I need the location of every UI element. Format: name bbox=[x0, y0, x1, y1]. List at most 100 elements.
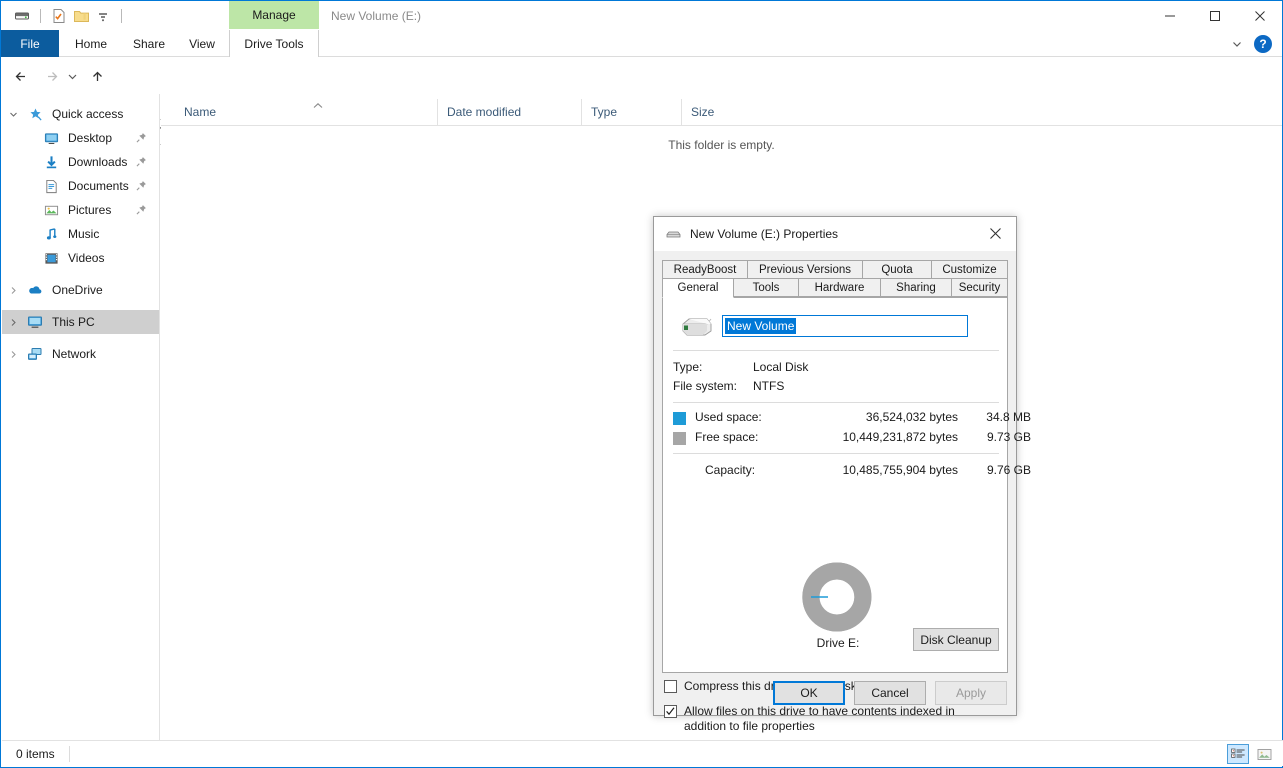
tab-quota-label: Quota bbox=[881, 264, 912, 276]
tab-view-label: View bbox=[189, 37, 215, 51]
address-bar: ❯ This PC ❯ New Volume (E:) Search New V… bbox=[1, 58, 1282, 93]
chevron-right-icon[interactable] bbox=[2, 350, 24, 359]
apply-button: Apply bbox=[935, 681, 1007, 705]
tab-security-label: Security bbox=[959, 282, 1001, 294]
details-view-icon[interactable] bbox=[1227, 744, 1249, 764]
sidebar-item-quick-access[interactable]: Quick access bbox=[2, 102, 159, 126]
tab-file[interactable]: File bbox=[1, 30, 59, 57]
sidebar-item-onedrive[interactable]: OneDrive bbox=[2, 278, 159, 302]
contextual-group-label: Manage bbox=[252, 8, 295, 22]
pin-icon[interactable] bbox=[136, 132, 147, 146]
dialog-title: New Volume (E:) Properties bbox=[690, 227, 838, 241]
sidebar-label-network: Network bbox=[52, 347, 96, 361]
quick-access-toolbar bbox=[11, 5, 129, 27]
chevron-down-icon[interactable] bbox=[1226, 33, 1248, 55]
sidebar-item-desktop[interactable]: Desktop bbox=[2, 126, 159, 150]
dialog-title-bar: New Volume (E:) Properties bbox=[654, 217, 1016, 251]
drive-icon[interactable] bbox=[11, 5, 33, 27]
tab-readyboost[interactable]: ReadyBoost bbox=[662, 260, 748, 279]
back-arrow-icon[interactable] bbox=[9, 64, 33, 88]
empty-folder-message: This folder is empty. bbox=[161, 138, 1282, 152]
tab-sharing-label: Sharing bbox=[896, 282, 936, 294]
used-space-label: Used space: bbox=[695, 410, 762, 424]
recent-locations-icon[interactable] bbox=[63, 64, 81, 88]
help-icon[interactable]: ? bbox=[1254, 35, 1272, 53]
contextual-tab-group-manage: Manage bbox=[229, 1, 319, 29]
tab-customize-label: Customize bbox=[942, 264, 996, 276]
column-label-type: Type bbox=[591, 105, 617, 119]
properties-dialog: New Volume (E:) Properties ReadyBoost Pr… bbox=[653, 216, 1017, 716]
sidebar-item-music[interactable]: Music bbox=[2, 222, 159, 246]
minimize-icon[interactable] bbox=[1147, 1, 1192, 31]
column-header-name[interactable]: Name bbox=[175, 99, 437, 125]
sidebar-item-this-pc[interactable]: This PC bbox=[2, 310, 159, 334]
volume-name-input[interactable]: New Volume bbox=[722, 315, 968, 337]
tab-customize[interactable]: Customize bbox=[931, 260, 1008, 279]
tab-share[interactable]: Share bbox=[123, 30, 175, 57]
cancel-button[interactable]: Cancel bbox=[854, 681, 926, 705]
column-headers: Name Date modified Type Size bbox=[161, 99, 1282, 126]
pin-icon[interactable] bbox=[136, 180, 147, 194]
sidebar-item-documents[interactable]: Documents bbox=[2, 174, 159, 198]
documents-icon bbox=[40, 179, 62, 194]
tab-drive-tools[interactable]: Drive Tools bbox=[229, 30, 319, 57]
tab-quota[interactable]: Quota bbox=[862, 260, 932, 279]
divider-1 bbox=[673, 350, 999, 351]
free-space-bytes: 10,449,231,872 bytes bbox=[773, 430, 958, 444]
ok-button[interactable]: OK bbox=[773, 681, 845, 705]
tab-sharing[interactable]: Sharing bbox=[880, 278, 952, 297]
column-label-date-modified: Date modified bbox=[447, 105, 521, 119]
index-contents-checkbox[interactable] bbox=[664, 705, 677, 718]
index-contents-checkbox-row[interactable]: Allow files on this drive to have conten… bbox=[664, 704, 986, 734]
tab-previous-versions[interactable]: Previous Versions bbox=[747, 260, 863, 279]
free-space-row: Free space: 10,449,231,872 bytes 9.73 GB bbox=[673, 430, 999, 447]
tab-home[interactable]: Home bbox=[59, 30, 123, 57]
sidebar-item-network[interactable]: Network bbox=[2, 342, 159, 366]
chevron-right-icon[interactable] bbox=[2, 318, 24, 327]
customize-dropdown-icon[interactable] bbox=[92, 5, 114, 27]
close-icon[interactable] bbox=[1237, 1, 1282, 31]
large-icons-view-icon[interactable] bbox=[1253, 744, 1275, 764]
sidebar-label-this-pc: This PC bbox=[52, 315, 95, 329]
up-arrow-icon[interactable] bbox=[85, 64, 109, 88]
dialog-tab-strip: ReadyBoost Previous Versions Quota Custo… bbox=[662, 260, 1008, 298]
tab-view[interactable]: View bbox=[175, 30, 229, 57]
info-label-type: Type: bbox=[673, 360, 753, 374]
new-folder-icon[interactable] bbox=[70, 5, 92, 27]
column-header-size[interactable]: Size bbox=[681, 99, 781, 125]
disk-cleanup-button[interactable]: Disk Cleanup bbox=[913, 628, 999, 651]
downloads-icon bbox=[40, 155, 62, 170]
tab-hardware[interactable]: Hardware bbox=[798, 278, 881, 297]
capacity-pie-chart bbox=[802, 562, 872, 632]
tab-general[interactable]: General bbox=[662, 278, 734, 298]
cancel-label: Cancel bbox=[871, 686, 908, 700]
disk-cleanup-label: Disk Cleanup bbox=[920, 633, 991, 647]
hard-drive-icon bbox=[672, 312, 722, 340]
maximize-icon[interactable] bbox=[1192, 1, 1237, 31]
free-space-label: Free space: bbox=[695, 430, 758, 444]
tab-home-label: Home bbox=[75, 37, 107, 51]
properties-icon[interactable] bbox=[48, 5, 70, 27]
title-bar: Manage New Volume (E:) bbox=[1, 1, 1282, 31]
chevron-down-icon[interactable] bbox=[2, 110, 24, 119]
column-label-name: Name bbox=[184, 105, 216, 119]
column-header-date-modified[interactable]: Date modified bbox=[437, 99, 581, 125]
tab-security[interactable]: Security bbox=[951, 278, 1008, 297]
music-icon bbox=[40, 227, 62, 242]
pin-icon[interactable] bbox=[136, 204, 147, 218]
dialog-close-icon[interactable] bbox=[974, 217, 1016, 249]
info-label-file-system: File system: bbox=[673, 379, 753, 393]
tab-tools-label: Tools bbox=[753, 282, 780, 294]
sidebar-item-pictures[interactable]: Pictures bbox=[2, 198, 159, 222]
capacity-bytes: 10,485,755,904 bytes bbox=[773, 463, 958, 477]
sidebar-item-videos[interactable]: Videos bbox=[2, 246, 159, 270]
toolbar-divider-2 bbox=[121, 9, 122, 23]
tab-tools[interactable]: Tools bbox=[733, 278, 799, 297]
volume-name-value: New Volume bbox=[725, 318, 796, 334]
sidebar-item-downloads[interactable]: Downloads bbox=[2, 150, 159, 174]
chevron-right-icon[interactable] bbox=[2, 286, 24, 295]
column-header-type[interactable]: Type bbox=[581, 99, 681, 125]
tab-share-label: Share bbox=[133, 37, 165, 51]
pin-icon[interactable] bbox=[136, 156, 147, 170]
ok-label: OK bbox=[800, 686, 817, 700]
